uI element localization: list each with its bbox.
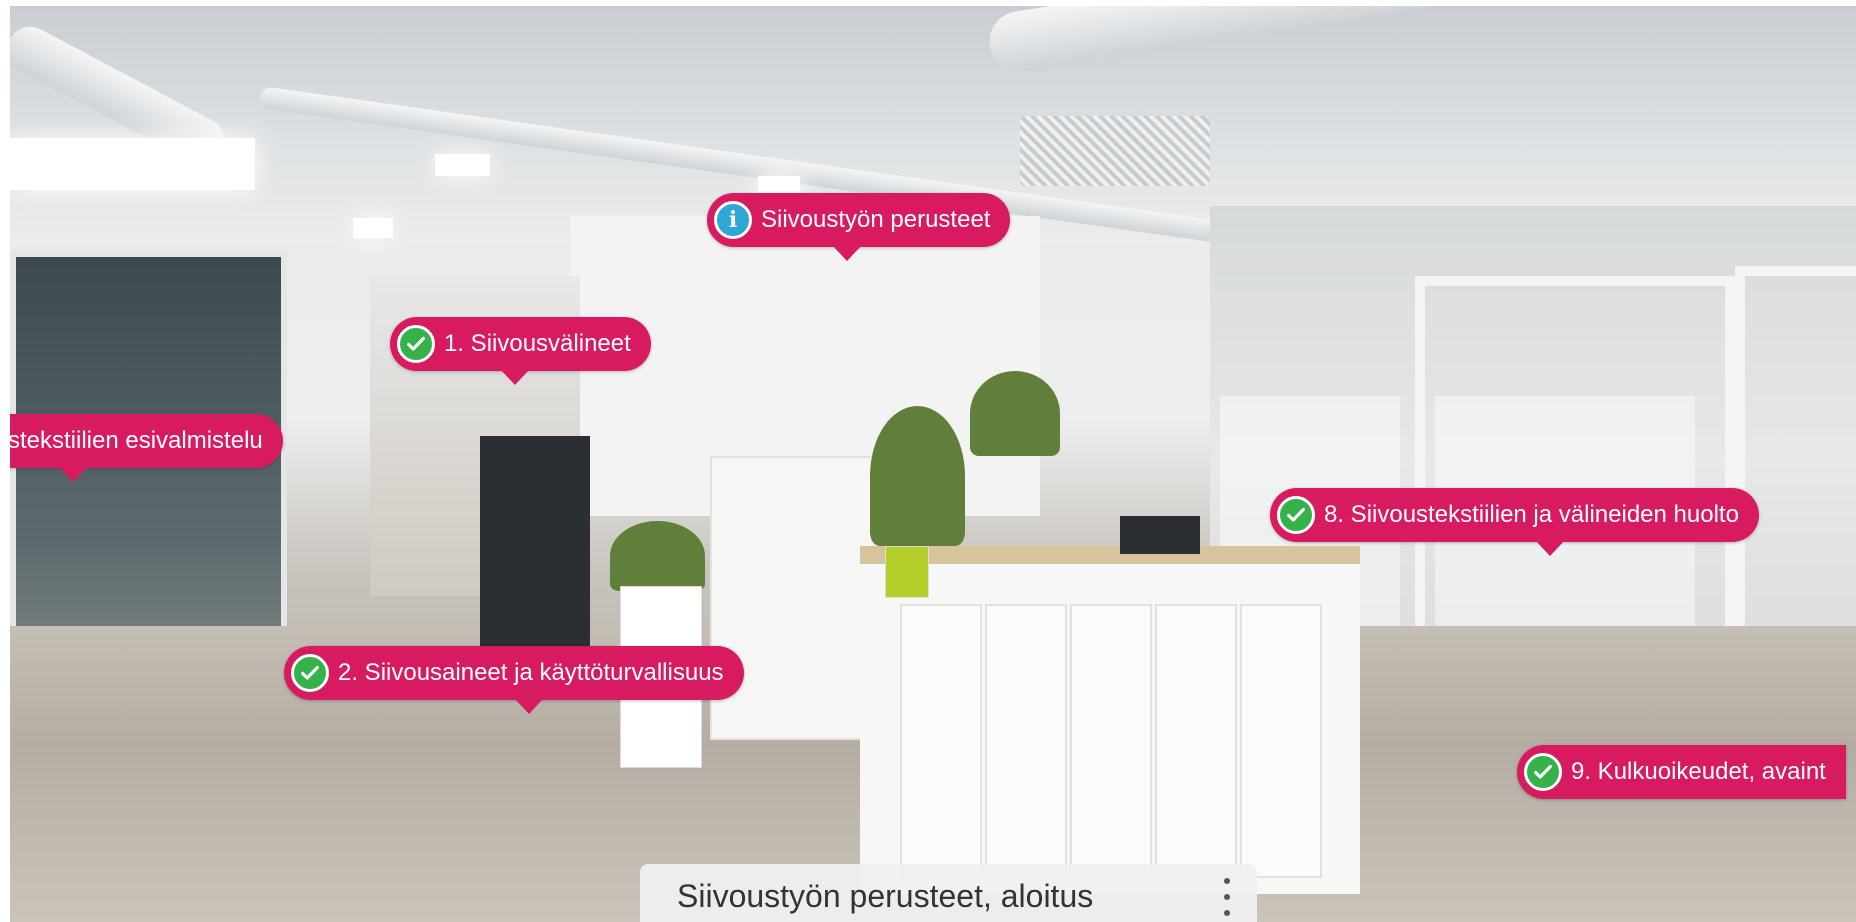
cleaning-cart [480, 436, 590, 646]
hotspot-label: 2. Siivousaineet ja käyttöturvallisuus [338, 659, 724, 686]
panorama-viewer[interactable]: i Siivoustyön perusteet 1. Siivousväline… [10, 6, 1856, 922]
plant [870, 406, 965, 546]
ceiling-light [435, 154, 490, 176]
ceiling-light [10, 138, 255, 190]
hotspot-siivousvalineet[interactable]: 1. Siivousvälineet [390, 317, 651, 385]
hotspot-pointer [514, 698, 544, 714]
check-icon [291, 654, 329, 692]
check-icon [397, 325, 435, 363]
plant-pot [885, 546, 929, 598]
plant [610, 521, 705, 591]
hotspot-tekstiilien-huolto[interactable]: 8. Siivoustekstiilien ja välineiden huol… [1270, 488, 1759, 556]
hotspot-label: 9. Kulkuoikeudet, avaint [1571, 758, 1826, 785]
reception-counter [860, 546, 1360, 894]
hotspot-pointer [1535, 540, 1565, 556]
hotspot-label: stekstiilien esivalmistelu [10, 427, 263, 454]
scene-title-bar[interactable]: Siivoustyön perusteet, aloitus [640, 864, 1257, 922]
air-vent [1020, 116, 1210, 186]
monitor [1120, 516, 1200, 554]
more-options-icon[interactable] [1217, 878, 1237, 916]
hotspot-siivoustyon-perusteet[interactable]: i Siivoustyön perusteet [707, 193, 1011, 261]
check-icon [1277, 496, 1315, 534]
hotspot-label: Siivoustyön perusteet [761, 206, 991, 233]
hotspot-label: 1. Siivousvälineet [444, 330, 631, 357]
hotspot-label: 8. Siivoustekstiilien ja välineiden huol… [1324, 501, 1739, 528]
hotspot-tekstiilien-esivalmistelu[interactable]: stekstiilien esivalmistelu [10, 414, 283, 482]
hotspot-pointer [832, 245, 862, 261]
hotspot-kulkuoikeudet[interactable]: 9. Kulkuoikeudet, avaint [1517, 745, 1846, 799]
hotspot-pointer [500, 369, 530, 385]
check-icon [1524, 753, 1562, 791]
hotspot-siivousaineet[interactable]: 2. Siivousaineet ja käyttöturvallisuus [284, 646, 744, 714]
plant [970, 371, 1060, 456]
ceiling-light [353, 218, 393, 238]
scene-title: Siivoustyön perusteet, aloitus [677, 877, 1094, 914]
info-icon: i [714, 201, 752, 239]
hotspot-pointer [58, 466, 88, 482]
